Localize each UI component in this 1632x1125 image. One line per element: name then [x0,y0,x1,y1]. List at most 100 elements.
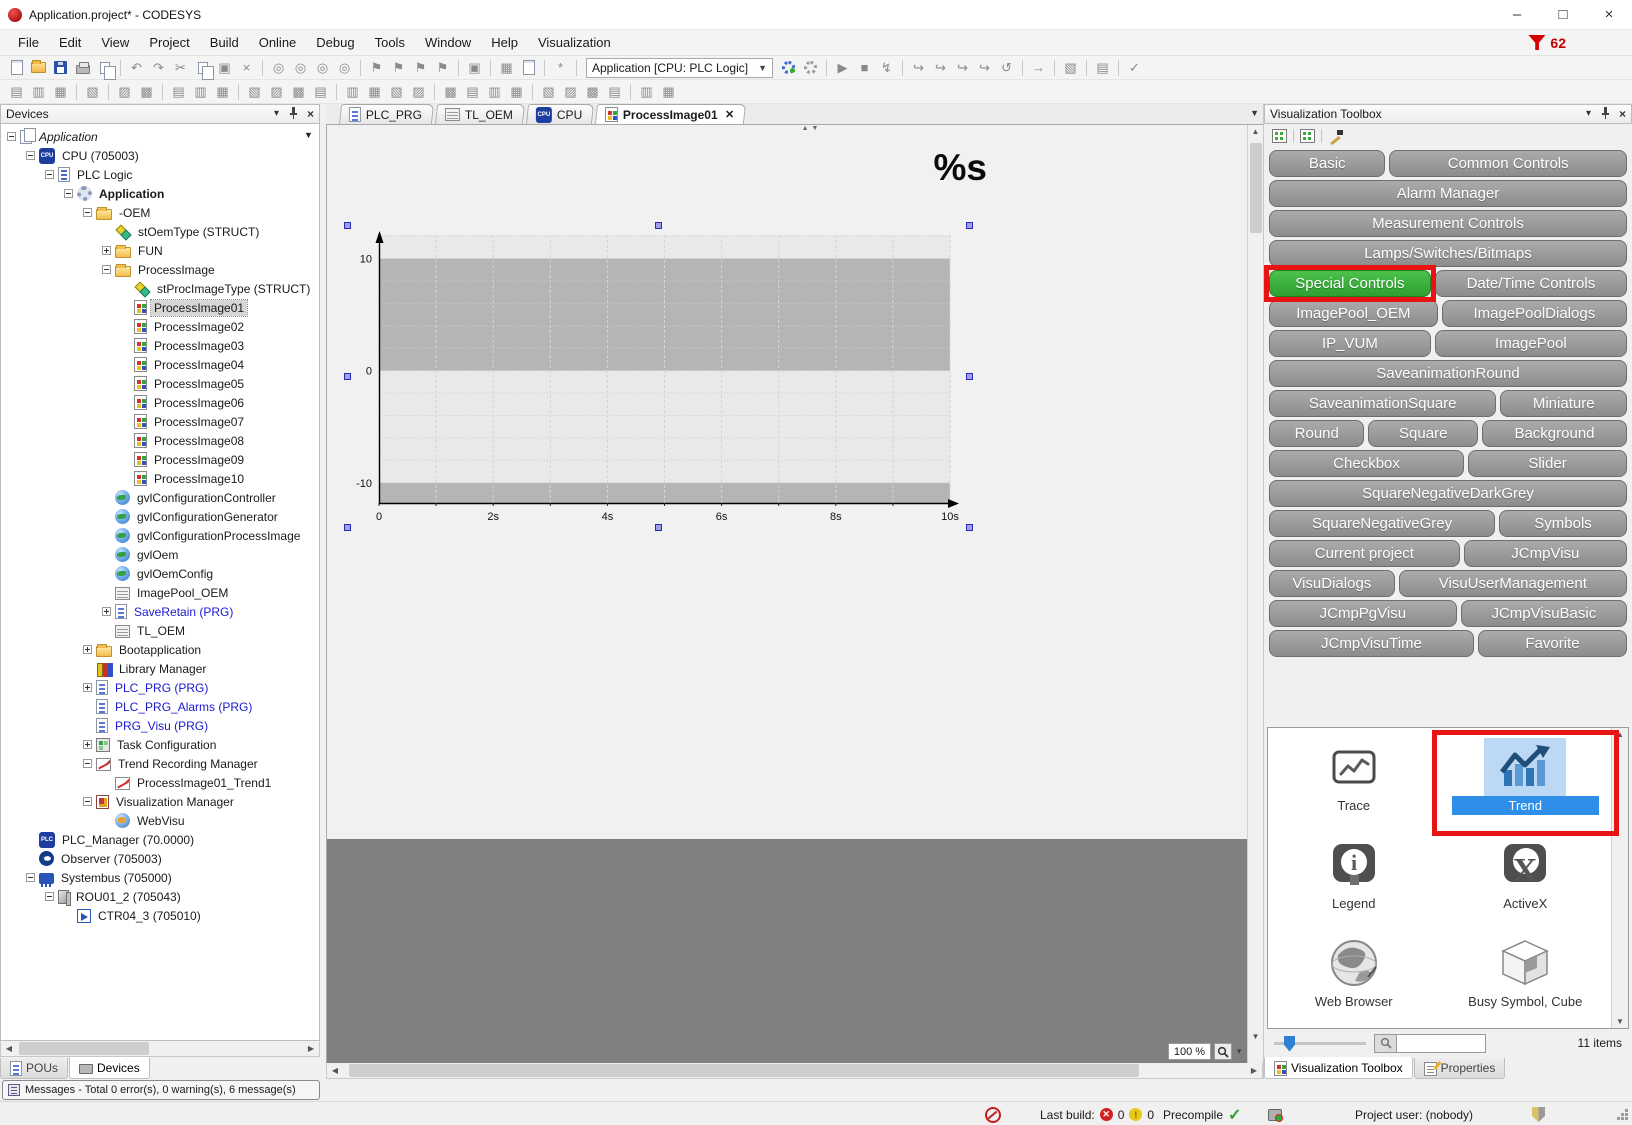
tree-item-processimage02[interactable]: ProcessImage02 [1,317,319,336]
build-icon[interactable]: * [550,57,571,78]
tree-dropdown-icon[interactable]: ▼ [301,127,316,142]
toolbox-item-trace[interactable]: Trace [1268,734,1440,832]
collapse-icon[interactable] [45,170,54,179]
panel-menu-icon[interactable]: ▾ [274,109,279,119]
undo-icon[interactable]: ↶ [126,57,147,78]
tab-list-dropdown-icon[interactable]: ▼ [1250,108,1259,118]
category-current-project[interactable]: Current project [1269,540,1460,567]
pin-icon[interactable] [1600,107,1610,122]
active-application-combo[interactable]: Application [CPU: PLC Logic]▼ [586,58,773,78]
toolbox-panel-header[interactable]: Visualization Toolbox ▾ × [1264,104,1632,124]
trend-element[interactable]: 02s4s6s8s10s100-10 [351,229,969,531]
send-backward-icon[interactable]: ▩ [582,81,603,102]
selection-handle-e[interactable] [966,373,973,380]
collapse-icon[interactable] [102,265,111,274]
category-basic[interactable]: Basic [1269,150,1385,177]
expand-icon[interactable] [83,645,92,654]
align-right-icon[interactable]: ▦ [212,81,233,102]
category-alarm-manager[interactable]: Alarm Manager [1269,180,1627,207]
next-bookmark-icon[interactable]: ⚑ [410,57,431,78]
tree-item-stoemtype-struct-[interactable]: stOemType (STRUCT) [1,222,319,241]
scroll-right-icon[interactable]: ▶ [303,1041,319,1056]
tree-item-bootapplication[interactable]: Bootapplication [1,640,319,659]
visualization-canvas[interactable]: ▲▼ 02s4s6s8s10s100-10 %s 100 % ▼ ▲ ▼ [326,125,1263,1063]
category-visudialogs[interactable]: VisuDialogs [1269,570,1395,597]
frame-element-icon[interactable]: ▧ [82,81,103,102]
redo-icon[interactable]: ↷ [148,57,169,78]
menu-file[interactable]: File [8,30,49,55]
category-lamps-switches-bitmaps[interactable]: Lamps/Switches/Bitmaps [1269,240,1627,267]
category-round[interactable]: Round [1269,420,1364,447]
scrollbar-thumb[interactable] [19,1042,149,1055]
category-squarenegativedarkgrey[interactable]: SquareNegativeDarkGrey [1269,480,1627,507]
tree-item-processimage06[interactable]: ProcessImage06 [1,393,319,412]
size-shrink-icon[interactable]: ▨ [408,81,429,102]
menu-help[interactable]: Help [481,30,528,55]
expand-icon[interactable] [102,607,111,616]
close-panel-icon[interactable]: × [307,109,314,119]
new-project-icon[interactable] [6,57,27,78]
expand-icon[interactable] [83,740,92,749]
previous-bookmark-icon[interactable]: ⚑ [388,57,409,78]
menu-edit[interactable]: Edit [49,30,91,55]
tree-item-task-configuration[interactable]: Task Configuration [1,735,319,754]
scroll-down-icon[interactable]: ▼ [1616,1017,1624,1026]
scroll-left-icon[interactable]: ◀ [327,1063,343,1078]
start-icon[interactable]: ▶ [832,57,853,78]
find-next-icon[interactable]: ◎ [312,57,333,78]
toolbox-item-legend[interactable]: iLegend [1268,832,1440,930]
insert-assistant-icon[interactable]: ▦ [496,57,517,78]
scroll-up-icon[interactable]: ▲ [1252,127,1260,136]
paste-icon[interactable]: ▣ [214,57,235,78]
incremental-search-icon[interactable]: ◎ [290,57,311,78]
category-slider[interactable]: Slider [1468,450,1627,477]
selection-handle-n[interactable] [655,222,662,229]
scroll-right-icon[interactable]: ▶ [1246,1063,1262,1078]
tree-item-imagepool-oem[interactable]: ImagePool_OEM [1,583,319,602]
collapse-icon[interactable] [45,892,54,901]
menu-window[interactable]: Window [415,30,481,55]
tree-item-webvisu[interactable]: WebVisu [1,811,319,830]
tree-item-processimage[interactable]: ProcessImage [1,260,319,279]
tree-item-plc-logic[interactable]: PLC Logic [1,165,319,184]
align-left-icon[interactable]: ▤ [168,81,189,102]
selection-handle-nw[interactable] [344,222,351,229]
close-panel-icon[interactable]: × [1619,109,1626,119]
scroll-up-icon[interactable]: ▲ [1616,730,1624,739]
scrollbar-thumb[interactable] [349,1064,1139,1077]
tree-item-gvlconfigurationgenerator[interactable]: gvlConfigurationGenerator [1,507,319,526]
toolbox-search-input[interactable] [1396,1034,1486,1053]
zoom-level[interactable]: 100 % [1168,1043,1211,1060]
tree-item-processimage08[interactable]: ProcessImage08 [1,431,319,450]
zoom-dropdown-icon[interactable]: ▼ [1235,1047,1243,1056]
collapse-icon[interactable] [83,208,92,217]
collapse-icon[interactable] [7,132,16,141]
print-icon[interactable] [72,57,93,78]
toolbox-item-web-browser[interactable]: Web Browser [1268,930,1440,1028]
paste-clipboard-icon[interactable]: ▣ [464,57,485,78]
tree-item-rou01-2-705043-[interactable]: ROU01_2 (705043) [1,887,319,906]
menu-build[interactable]: Build [200,30,249,55]
tree-item-gvlconfigurationprocessimage[interactable]: gvlConfigurationProcessImage [1,526,319,545]
tree-item-gvloem[interactable]: gvlOem [1,545,319,564]
tree-item-plc-manager-70-0000-[interactable]: PLCPLC_Manager (70.0000) [1,830,319,849]
pin-icon[interactable] [288,107,298,122]
collapse-icon[interactable] [83,759,92,768]
devices-horizontal-scrollbar[interactable]: ◀ ▶ [0,1041,320,1057]
tab-pous[interactable]: POUs [0,1058,68,1079]
category-squarenegativegrey[interactable]: SquareNegativeGrey [1269,510,1495,537]
collapse-icon[interactable] [26,151,35,160]
run-to-cursor-icon[interactable]: ↪ [974,57,995,78]
bring-to-front-icon[interactable]: ▧ [538,81,559,102]
messages-bar[interactable]: Messages - Total 0 error(s), 0 warning(s… [2,1080,320,1100]
menu-visualization[interactable]: Visualization [528,30,621,55]
tab-properties[interactable]: Properties [1414,1058,1506,1079]
align-middle-icon[interactable]: ▨ [266,81,287,102]
category-checkbox[interactable]: Checkbox [1269,450,1464,477]
collapse-icon[interactable] [83,797,92,806]
category-measurement-controls[interactable]: Measurement Controls [1269,210,1627,237]
tree-item-prg-visu-prg-[interactable]: PRG_Visu (PRG) [1,716,319,735]
tree-item-plc-prg-alarms-prg-[interactable]: PLC_PRG_Alarms (PRG) [1,697,319,716]
delete-icon[interactable]: × [236,57,257,78]
category-jcmpvisubasic[interactable]: JCmpVisuBasic [1461,600,1627,627]
